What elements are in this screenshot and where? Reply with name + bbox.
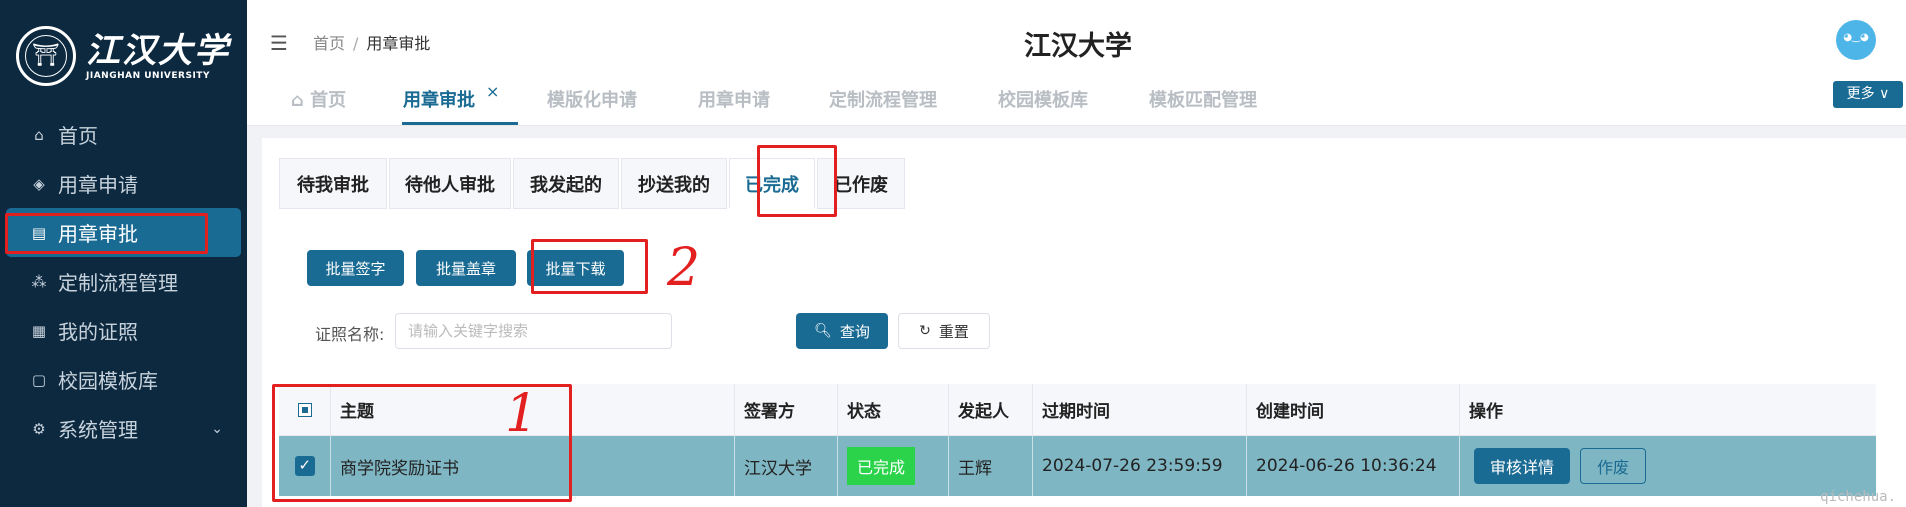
close-icon[interactable]: × [486, 82, 499, 101]
tab-custom-flow[interactable]: 定制流程管理 [829, 86, 937, 112]
gear-icon: ⚙ [32, 419, 46, 438]
sidebar-item-label: 校园模板库 [58, 369, 158, 393]
cell-status: 已完成 [838, 436, 949, 496]
refresh-icon: ↻ [919, 323, 931, 339]
watermark: qichehua. [1820, 489, 1896, 505]
breadcrumb: 首页 / 用章审批 [313, 30, 430, 54]
reset-button[interactable]: ↻ 重置 [898, 313, 990, 349]
flow-icon: ⁂ [31, 272, 47, 291]
header-actions: 操作 [1469, 402, 1503, 422]
batch-seal-button[interactable]: 批量盖章 [416, 250, 516, 286]
header-expire-time: 过期时间 [1033, 384, 1247, 435]
template-icon: ▢ [31, 370, 47, 389]
annotation-box-batch-download [531, 239, 648, 294]
logo-text: 江汉大学 JIANGHAN UNIVERSITY [86, 31, 230, 81]
site-title: 江汉大学 [1024, 31, 1132, 62]
sidebar-item-system-management[interactable]: ⚙ 系统管理 ⌄ [0, 404, 247, 453]
status-badge: 已完成 [847, 447, 916, 485]
query-label: 查询 [839, 322, 870, 341]
annotation-mark-2: 2 [667, 238, 701, 298]
cell-initiator: 王辉 [949, 436, 1033, 496]
top-header: ☰ 首页 / 用章审批 江汉大学 [247, 0, 1906, 80]
tab-template-library[interactable]: 校园模板库 [998, 86, 1088, 112]
header-created-time: 创建时间 [1247, 384, 1460, 435]
target-icon: ◈ [33, 174, 45, 193]
sidebar-item-label: 我的证照 [58, 320, 138, 344]
more-button[interactable]: 更多 ∨ [1833, 81, 1903, 108]
tab-seal-approval[interactable]: 用章审批 [403, 86, 475, 112]
chevron-down-icon: ⌄ [211, 420, 223, 437]
sidebar-item-home[interactable]: ⌂ 首页 [0, 110, 247, 159]
tab-seal-apply[interactable]: 用章申请 [698, 86, 770, 112]
tab-cc-me[interactable]: 抄送我的 [621, 158, 727, 209]
sidebar-item-my-certificates[interactable]: ▦ 我的证照 [0, 306, 247, 355]
batch-sign-button[interactable]: 批量签字 [307, 250, 404, 286]
void-button[interactable]: 作废 [1580, 448, 1647, 484]
home-icon: ⌂ [34, 125, 44, 144]
sidebar-item-label: 首页 [58, 124, 98, 148]
university-logo[interactable]: 江汉大学 JIANGHAN UNIVERSITY [16, 26, 230, 86]
active-tab-indicator [402, 122, 518, 125]
sidebar-item-seal-apply[interactable]: ◈ 用章申请 [0, 159, 247, 208]
header-status: 状态 [838, 384, 949, 435]
header-initiator: 发起人 [949, 384, 1033, 435]
annotation-box-completed-tab [757, 145, 837, 217]
page-tabs: ⌂ 首页 用章审批 × 模版化申请 用章申请 定制流程管理 校园模板库 模板匹配… [247, 76, 1906, 126]
annotation-box-sidebar [5, 213, 208, 254]
sidebar-item-template-library[interactable]: ▢ 校园模板库 [0, 355, 247, 404]
certificate-name-label: 证照名称: [315, 325, 385, 344]
breadcrumb-current: 用章审批 [366, 34, 431, 53]
sidebar-menu: ⌂ 首页 ◈ 用章申请 ▤ 用章审批 ⁂ 定制流程管理 ▦ 我的证照 ▢ 校园模… [0, 110, 247, 453]
logo-cn: 江汉大学 [86, 31, 230, 71]
logo-en: JIANGHAN UNIVERSITY [86, 71, 210, 81]
cell-created-time: 2024-06-26 10:36:24 [1247, 436, 1460, 496]
user-avatar[interactable] [1836, 20, 1876, 60]
review-detail-button[interactable]: 审核详情 [1474, 448, 1571, 484]
tab-home[interactable]: ⌂ 首页 [291, 86, 346, 112]
reset-label: 重置 [938, 322, 969, 341]
university-seal-icon [16, 26, 76, 86]
certificate-icon: ▦ [31, 321, 47, 340]
cell-actions: 审核详情 作废 [1460, 436, 1876, 496]
home-icon: ⌂ [291, 90, 311, 111]
sidebar-item-custom-flow[interactable]: ⁂ 定制流程管理 [0, 257, 247, 306]
tab-template-apply[interactable]: 模版化申请 [547, 86, 637, 112]
tab-template-match[interactable]: 模板匹配管理 [1149, 86, 1257, 112]
cell-expire-time: 2024-07-26 23:59:59 [1033, 436, 1247, 496]
sidebar-item-label: 用章申请 [58, 173, 138, 197]
tab-label: 用章审批 [403, 90, 475, 111]
cell-signer: 江汉大学 [735, 436, 838, 496]
sidebar-item-label: 定制流程管理 [58, 271, 178, 295]
tab-initiated[interactable]: 我发起的 [513, 158, 619, 209]
search-icon: 🔍︎ [814, 323, 832, 339]
tab-pending-others[interactable]: 待他人审批 [389, 158, 511, 209]
sidebar-item-label: 系统管理 [58, 418, 138, 442]
tab-label: 首页 [310, 90, 347, 111]
breadcrumb-separator: / [353, 34, 359, 53]
search-input[interactable] [395, 313, 672, 349]
header-signer: 签署方 [735, 384, 838, 435]
annotation-mark-1: 1 [505, 384, 539, 444]
tab-pending-me[interactable]: 待我审批 [279, 158, 387, 209]
menu-toggle-icon[interactable]: ☰ [270, 31, 288, 55]
query-button[interactable]: 🔍︎ 查询 [796, 313, 888, 349]
breadcrumb-home[interactable]: 首页 [313, 34, 345, 53]
